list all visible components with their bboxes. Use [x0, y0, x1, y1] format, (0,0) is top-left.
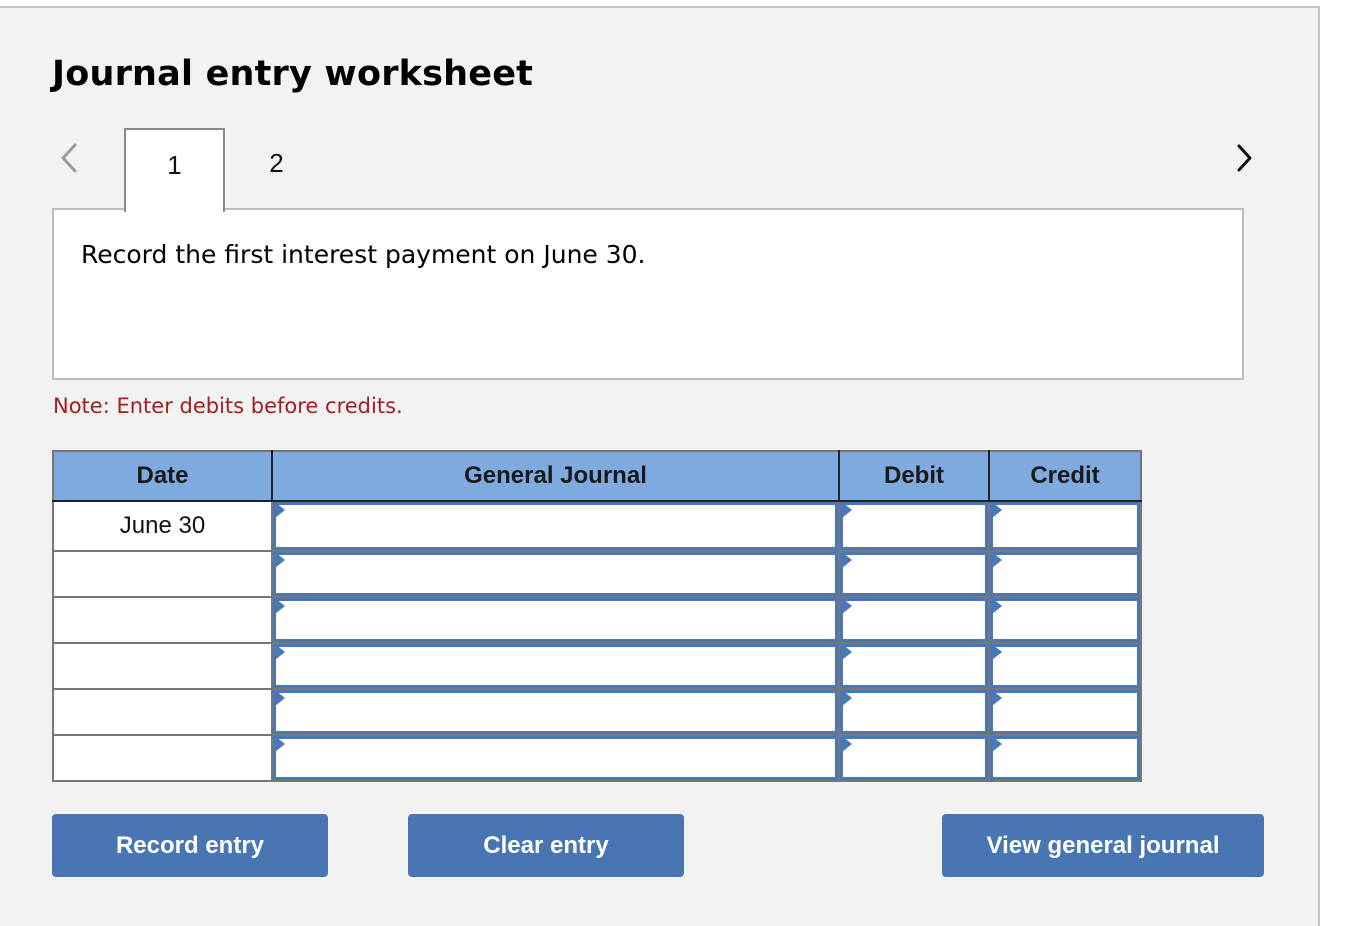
page-title: Journal entry worksheet: [52, 54, 534, 94]
cell-marker-icon: [842, 736, 852, 752]
record-entry-button[interactable]: Record entry: [52, 814, 328, 877]
clear-entry-button[interactable]: Clear entry: [408, 814, 684, 877]
debit-cell: [838, 642, 990, 690]
date-cell: [52, 688, 273, 736]
prompt-text: Record the first interest payment on Jun…: [81, 240, 646, 269]
account-cell: [271, 688, 840, 736]
chevron-right-icon: [1237, 144, 1252, 172]
view-general-journal-button[interactable]: View general journal: [942, 814, 1264, 877]
cell-marker-icon: [992, 552, 1002, 568]
cell-marker-icon: [275, 690, 285, 706]
date-cell: [52, 642, 273, 690]
account-cell: [271, 596, 840, 644]
credit-cell: [988, 642, 1142, 690]
cell-marker-icon: [992, 690, 1002, 706]
debit-input[interactable]: [840, 552, 988, 596]
credit-cell: [988, 688, 1142, 736]
credit-input[interactable]: [990, 552, 1140, 596]
credit-input[interactable]: [990, 598, 1140, 642]
account-dropdown[interactable]: [273, 736, 838, 780]
previous-tab-button[interactable]: [52, 140, 86, 176]
cell-marker-icon: [275, 736, 285, 752]
chevron-left-icon: [61, 143, 77, 173]
debit-input[interactable]: [840, 644, 988, 688]
cell-marker-icon: [992, 644, 1002, 660]
account-dropdown[interactable]: [273, 598, 838, 642]
cell-marker-icon: [275, 552, 285, 568]
credit-cell: [988, 734, 1142, 782]
cell-marker-icon: [992, 736, 1002, 752]
tab-label: 2: [269, 148, 284, 178]
credit-cell: [988, 500, 1142, 552]
table-header-row: Date General Journal Debit Credit: [52, 450, 1142, 502]
cell-marker-icon: [842, 690, 852, 706]
column-header-general-journal: General Journal: [271, 450, 840, 502]
debit-input[interactable]: [840, 598, 988, 642]
account-dropdown[interactable]: [273, 502, 838, 550]
account-dropdown[interactable]: [273, 552, 838, 596]
credit-input[interactable]: [990, 736, 1140, 780]
table-row: [52, 688, 1142, 736]
cell-marker-icon: [992, 502, 1002, 518]
debit-input[interactable]: [840, 502, 988, 550]
account-cell: [271, 734, 840, 782]
date-cell: [52, 550, 273, 598]
table-row: [52, 734, 1142, 782]
worksheet-panel: Journal entry worksheet 1 2 Record the f…: [0, 6, 1320, 926]
cell-marker-icon: [842, 598, 852, 614]
debit-cell: [838, 688, 990, 736]
credit-cell: [988, 550, 1142, 598]
cell-marker-icon: [275, 502, 285, 518]
debit-cell: [838, 596, 990, 644]
date-cell: June 30: [52, 500, 273, 552]
table-row: [52, 596, 1142, 644]
account-cell: [271, 550, 840, 598]
note-text: Note: Enter debits before credits.: [53, 394, 403, 418]
account-dropdown[interactable]: [273, 644, 838, 688]
debit-input[interactable]: [840, 690, 988, 734]
account-cell: [271, 500, 840, 552]
credit-input[interactable]: [990, 502, 1140, 550]
prompt-box: Record the first interest payment on Jun…: [52, 208, 1244, 380]
cell-marker-icon: [842, 502, 852, 518]
table-row: [52, 550, 1142, 598]
credit-cell: [988, 596, 1142, 644]
debit-cell: [838, 734, 990, 782]
cell-marker-icon: [275, 598, 285, 614]
next-tab-button[interactable]: [1228, 140, 1262, 176]
column-header-date: Date: [52, 450, 273, 502]
tab-1[interactable]: 1: [124, 128, 225, 212]
account-cell: [271, 642, 840, 690]
table-row: June 30: [52, 500, 1142, 552]
debit-cell: [838, 500, 990, 552]
credit-input[interactable]: [990, 644, 1140, 688]
column-header-debit: Debit: [838, 450, 990, 502]
credit-input[interactable]: [990, 690, 1140, 734]
tab-2[interactable]: 2: [226, 128, 327, 210]
account-dropdown[interactable]: [273, 690, 838, 734]
journal-table: Date General Journal Debit Credit June 3…: [52, 450, 1142, 782]
table-row: [52, 642, 1142, 690]
cell-marker-icon: [992, 598, 1002, 614]
debit-cell: [838, 550, 990, 598]
debit-input[interactable]: [840, 736, 988, 780]
date-cell: [52, 734, 273, 782]
cell-marker-icon: [842, 644, 852, 660]
tab-label: 1: [167, 150, 182, 180]
cell-marker-icon: [842, 552, 852, 568]
column-header-credit: Credit: [988, 450, 1142, 502]
date-cell: [52, 596, 273, 644]
cell-marker-icon: [275, 644, 285, 660]
